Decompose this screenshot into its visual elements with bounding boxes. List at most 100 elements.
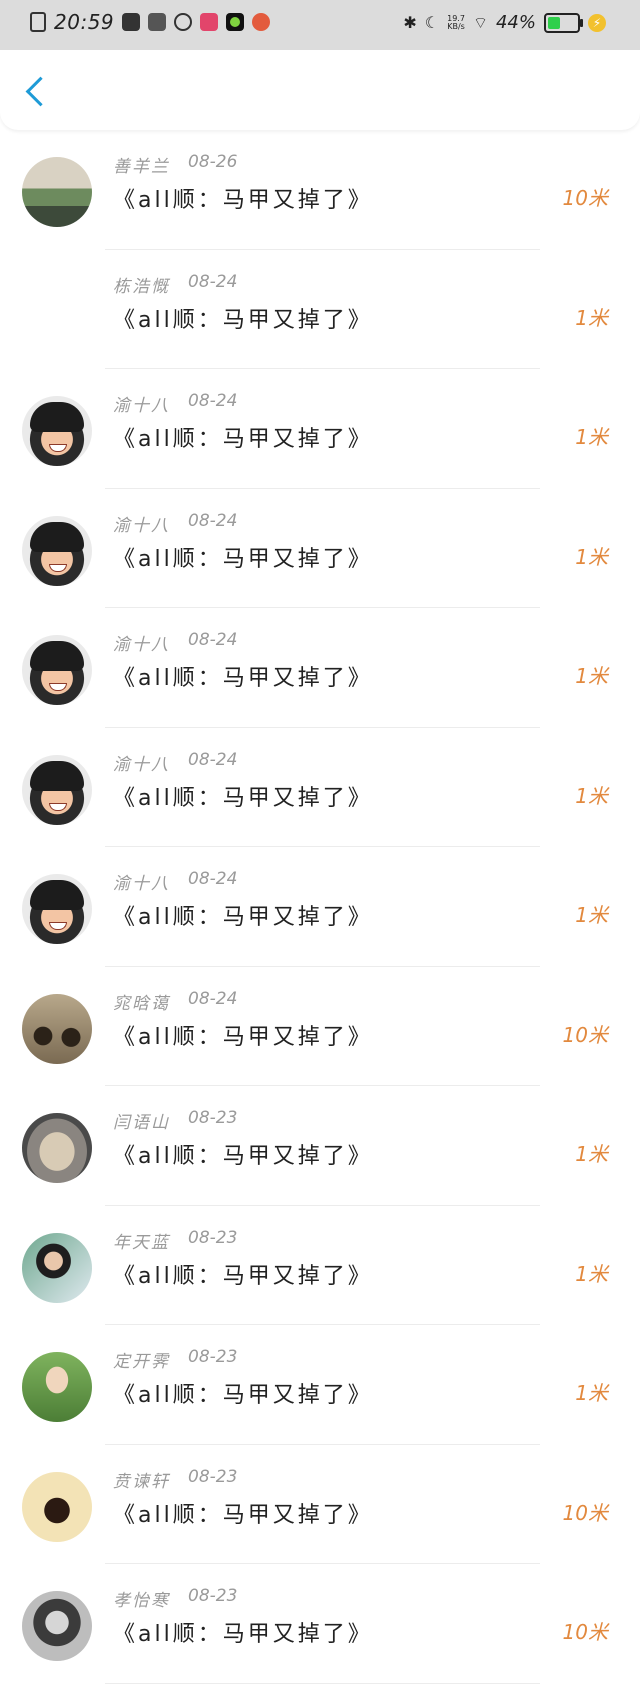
avatar-image: [22, 1471, 92, 1542]
face-avatar[interactable]: [22, 515, 92, 586]
item-amount: 1米: [575, 664, 608, 688]
sim-icon: [30, 12, 46, 32]
list-item[interactable]: 贲谏轩 08-23 《all顺：马甲又掉了》 10米: [0, 1445, 640, 1564]
list-item[interactable]: 渝十八 08-24 《all顺：马甲又掉了》 1米: [0, 489, 640, 608]
face-avatar[interactable]: [22, 754, 92, 825]
user-name[interactable]: 渝十八: [113, 630, 170, 655]
item-meta: 年天蓝 08-23: [113, 1228, 237, 1253]
user-name[interactable]: 孝怡寒: [113, 1586, 170, 1611]
item-amount: 1米: [575, 903, 608, 927]
avatar-empty[interactable]: [22, 276, 92, 347]
item-date: 08-23: [188, 1108, 238, 1128]
status-right: ✱ ☾ 19.7 KB/s ⌔ 44% ⚡: [403, 12, 606, 33]
item-meta: 渝十八 08-24: [113, 511, 237, 536]
item-amount: 1米: [575, 425, 608, 449]
list-item[interactable]: 渝十八 08-24 《all顺：马甲又掉了》 1米: [0, 608, 640, 728]
item-date: 08-24: [188, 271, 238, 292]
video-icon: [122, 13, 141, 31]
back-button[interactable]: [18, 74, 54, 110]
hand-avatar[interactable]: [22, 1352, 92, 1422]
user-name[interactable]: 渝十八: [113, 869, 170, 894]
landscape-avatar[interactable]: [22, 157, 92, 227]
search-app-icon: [174, 13, 193, 31]
item-date: 08-23: [188, 1466, 238, 1487]
item-date: 08-23: [188, 1586, 238, 1606]
bw-avatar[interactable]: [22, 1591, 92, 1661]
item-meta: 善羊兰 08-26: [113, 152, 237, 177]
item-date: 08-24: [188, 988, 238, 1009]
orange-app-icon: [252, 13, 271, 31]
avatar-image: [22, 1352, 92, 1422]
green-dot-app-icon: [226, 13, 245, 31]
item-date: 08-24: [188, 630, 238, 650]
item-meta: 定开霁 08-23: [113, 1347, 237, 1372]
list-item[interactable]: 渝十八 08-24 《all顺：马甲又掉了》 1米: [0, 728, 640, 847]
battery-percent: 44%: [495, 12, 536, 33]
item-meta: 渝十八 08-24: [113, 630, 237, 655]
battery-fill: [548, 16, 561, 29]
list-item[interactable]: 善羊兰 08-26 《all顺：马甲又掉了》 10米: [0, 130, 640, 250]
user-name[interactable]: 贲谏轩: [113, 1467, 170, 1492]
user-name[interactable]: 渝十八: [113, 391, 170, 416]
user-name[interactable]: 渝十八: [113, 750, 170, 775]
item-amount: 1米: [575, 783, 608, 808]
user-name[interactable]: 闫语山: [113, 1108, 170, 1133]
item-title: 《all顺：马甲又掉了》: [113, 546, 373, 572]
item-amount: 10米: [562, 186, 608, 210]
item-amount: 10米: [562, 1022, 608, 1047]
item-title: 《all顺：马甲又掉了》: [113, 1622, 373, 1647]
net-speed-unit: KB/s: [447, 21, 465, 31]
item-meta: 栋浩慨 08-24: [113, 272, 237, 297]
cartoon-avatar[interactable]: [22, 1471, 92, 1542]
item-meta: 渝十八 08-24: [113, 869, 237, 894]
status-bar: 20:59 ✱ ☾ 19.7 KB/s ⌔ 44% ⚡: [0, 0, 640, 50]
list-item[interactable]: 定开霁 08-23 《all顺：马甲又掉了》 1米: [0, 1325, 640, 1445]
item-date: 08-24: [188, 510, 238, 531]
face-avatar[interactable]: [22, 874, 92, 944]
avatar-image: [22, 1232, 92, 1303]
avatar-image: [22, 1113, 92, 1183]
item-amount: 1米: [575, 544, 608, 569]
red-app-icon: [200, 13, 219, 31]
top-nav-bar: [0, 50, 640, 130]
list-item[interactable]: 年天蓝 08-23 《all顺：马甲又掉了》 1米: [0, 1206, 640, 1325]
item-meta: 孝怡寒 08-23: [113, 1586, 237, 1611]
user-name[interactable]: 栋浩慨: [113, 272, 170, 297]
list-item[interactable]: 孝怡寒 08-23 《all顺：马甲又掉了》 10米: [0, 1564, 640, 1684]
car-avatar[interactable]: [22, 993, 92, 1064]
user-name[interactable]: 渝十八: [113, 511, 170, 536]
item-meta: 贲谏轩 08-23: [113, 1467, 237, 1492]
list-item[interactable]: 渝十八 08-24 《all顺：马甲又掉了》 1米: [0, 369, 640, 489]
girl-avatar[interactable]: [22, 1232, 92, 1303]
item-amount: 10米: [562, 1620, 608, 1644]
item-title: 《all顺：马甲又掉了》: [113, 188, 373, 213]
item-title: 《all顺：马甲又掉了》: [113, 1263, 373, 1289]
avatar-image: [22, 1591, 92, 1661]
avatar-image: [22, 276, 92, 347]
list-item[interactable]: 栋浩慨 08-24 《all顺：马甲又掉了》 1米: [0, 250, 640, 369]
item-meta: 渝十八 08-24: [113, 750, 237, 775]
user-name[interactable]: 定开霁: [113, 1347, 170, 1372]
list-item[interactable]: 闫语山 08-23 《all顺：马甲又掉了》 1米: [0, 1086, 640, 1206]
item-title: 《all顺：马甲又掉了》: [113, 905, 373, 930]
item-title: 《all顺：马甲又掉了》: [113, 1383, 373, 1408]
cat-avatar[interactable]: [22, 1113, 92, 1183]
item-amount: 1米: [575, 1142, 608, 1166]
item-amount: 1米: [575, 1381, 608, 1405]
face-avatar[interactable]: [22, 635, 92, 705]
divider: [105, 1682, 540, 1684]
user-name[interactable]: 窕晗蔼: [113, 989, 170, 1014]
list-item[interactable]: 渝十八 08-24 《all顺：马甲又掉了》 1米: [0, 847, 640, 967]
user-name[interactable]: 年天蓝: [113, 1228, 170, 1253]
item-amount: 10米: [562, 1500, 608, 1525]
item-date: 08-24: [188, 869, 238, 889]
list-item[interactable]: 窕晗蔼 08-24 《all顺：马甲又掉了》 10米: [0, 967, 640, 1086]
item-title: 《all顺：马甲又掉了》: [113, 785, 373, 811]
user-name[interactable]: 善羊兰: [113, 152, 170, 177]
item-date: 08-24: [188, 391, 238, 411]
face-avatar[interactable]: [22, 396, 92, 466]
item-title: 《all顺：马甲又掉了》: [113, 666, 373, 691]
item-title: 《all顺：马甲又掉了》: [113, 1144, 373, 1169]
item-meta: 闫语山 08-23: [113, 1108, 237, 1133]
item-date: 08-23: [188, 1347, 238, 1367]
